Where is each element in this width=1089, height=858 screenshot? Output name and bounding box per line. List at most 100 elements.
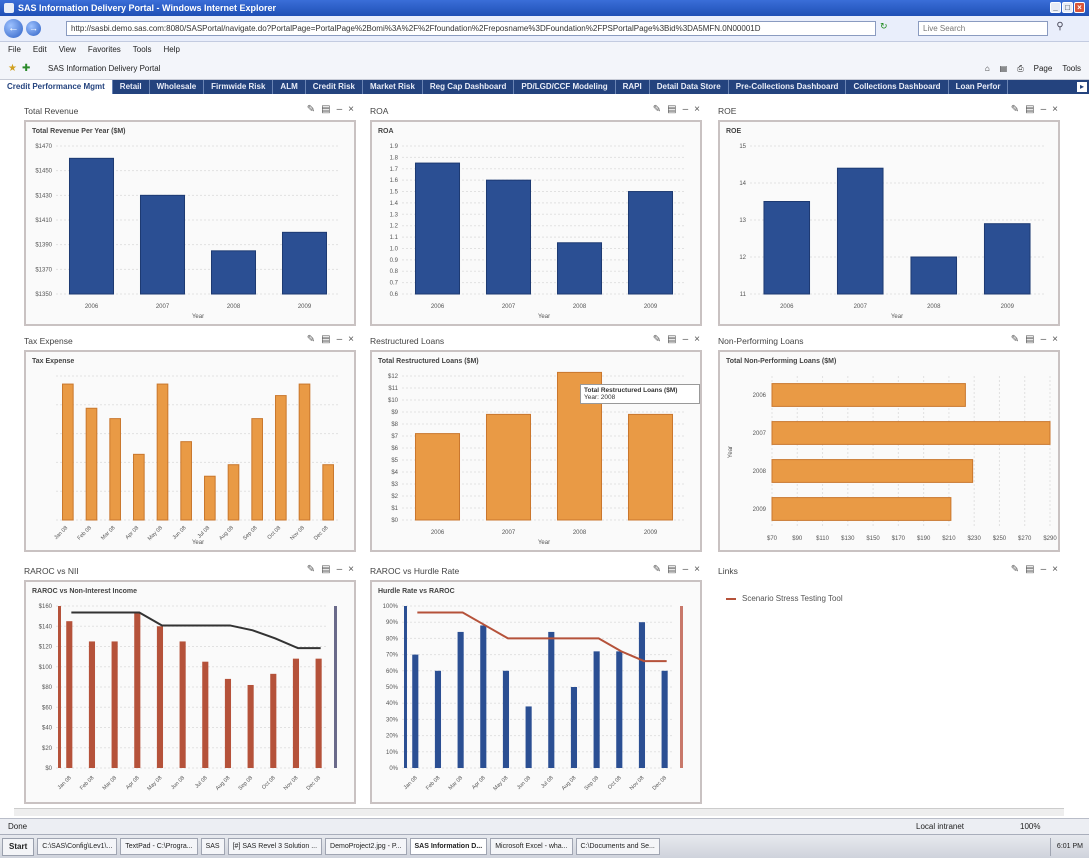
maximize-button[interactable]: □ (1062, 2, 1073, 13)
taskbar-item[interactable]: DemoProject2.jpg - P... (325, 838, 407, 855)
x-tick-label: $270 (1018, 536, 1032, 542)
back-arrow-icon[interactable]: ← (4, 19, 23, 38)
close-icon[interactable]: × (1052, 564, 1058, 575)
taskbar-item[interactable]: TextPad - C:\Progra... (120, 838, 198, 855)
y-tick-label: $60 (42, 705, 53, 711)
feeds-icon[interactable]: ▤ (1000, 62, 1008, 76)
menu-edit[interactable]: Edit (33, 42, 47, 58)
search-input[interactable]: Live Search (918, 21, 1048, 36)
tab-collections-dashboard[interactable]: Collections Dashboard (846, 80, 949, 94)
x-tick-label: $230 (968, 536, 982, 542)
close-icon[interactable]: × (348, 564, 354, 575)
browser-tab[interactable]: SAS Information Delivery Portal (44, 62, 165, 76)
edit-icon[interactable]: ✎ (1011, 564, 1019, 575)
close-icon[interactable]: × (694, 334, 700, 345)
forward-arrow-icon[interactable]: → (26, 21, 41, 36)
help-icon[interactable]: ▤ (321, 334, 330, 345)
start-button[interactable]: Start (2, 837, 35, 856)
tab-pd-lgd-ccf-modeling[interactable]: PD/LGD/CCF Modeling (514, 80, 616, 94)
close-button[interactable]: × (1074, 2, 1085, 13)
close-icon[interactable]: × (1052, 334, 1058, 345)
x-tick-label: 2009 (298, 304, 312, 310)
tab-reg-cap-dashboard[interactable]: Reg Cap Dashboard (423, 80, 515, 94)
tab-market-risk[interactable]: Market Risk (363, 80, 423, 94)
help-icon[interactable]: ▤ (321, 104, 330, 115)
link-item[interactable]: Scenario Stress Testing Tool (726, 594, 1068, 603)
tab-scroll-right-icon[interactable]: ▸ (1077, 82, 1087, 92)
help-icon[interactable]: ▤ (667, 334, 676, 345)
page-menu[interactable]: Page (1034, 62, 1053, 76)
tab-pre-collections-dashboard[interactable]: Pre-Collections Dashboard (729, 80, 847, 94)
close-icon[interactable]: × (694, 104, 700, 115)
taskbar-item[interactable]: SAS Information D... (409, 838, 488, 855)
add-favorites-icon[interactable]: ✚ (22, 63, 30, 74)
taskbar-item[interactable]: SAS (200, 838, 225, 855)
help-icon[interactable]: ▤ (1025, 104, 1034, 115)
help-icon[interactable]: ▤ (321, 564, 330, 575)
tab-credit-risk[interactable]: Credit Risk (306, 80, 363, 94)
print-icon[interactable]: ⎙ (1017, 62, 1023, 76)
taskbar-item[interactable]: [#] SAS Revel 3 Solution ... (227, 838, 323, 855)
close-icon[interactable]: × (348, 104, 354, 115)
tab-wholesale[interactable]: Wholesale (150, 80, 205, 94)
tab-alm[interactable]: ALM (273, 80, 306, 94)
edit-icon[interactable]: ✎ (1011, 104, 1019, 115)
close-icon[interactable]: × (1052, 104, 1058, 115)
axis-rail-right (680, 606, 683, 768)
edit-icon[interactable]: ✎ (653, 104, 661, 115)
minimize-icon[interactable]: – (1041, 104, 1047, 115)
tools-menu[interactable]: Tools (1062, 62, 1081, 76)
home-icon[interactable]: ⌂ (985, 62, 990, 76)
edit-icon[interactable]: ✎ (653, 334, 661, 345)
minimize-icon[interactable]: – (1041, 564, 1047, 575)
help-icon[interactable]: ▤ (667, 104, 676, 115)
minimize-icon[interactable]: – (683, 564, 689, 575)
help-icon[interactable]: ▤ (667, 564, 676, 575)
taskbar-item[interactable]: C:\Documents and Se... (575, 838, 660, 855)
menu-help[interactable]: Help (163, 42, 179, 58)
minimize-button[interactable]: _ (1050, 2, 1061, 13)
tab-credit-performance-mgmt[interactable]: Credit Performance Mgmt (0, 80, 113, 94)
minimize-icon[interactable]: – (337, 564, 343, 575)
tab-retail[interactable]: Retail (113, 80, 150, 94)
minimize-icon[interactable]: – (683, 334, 689, 345)
menu-file[interactable]: File (8, 42, 21, 58)
help-icon[interactable]: ▤ (1025, 334, 1034, 345)
tab-firmwide-risk[interactable]: Firmwide Risk (204, 80, 274, 94)
address-field[interactable]: http://sasbi.demo.sas.com:8080/SASPortal… (66, 21, 876, 36)
link-label[interactable]: Scenario Stress Testing Tool (742, 594, 843, 603)
menu-tools[interactable]: Tools (133, 42, 152, 58)
edit-icon[interactable]: ✎ (1011, 334, 1019, 345)
menu-favorites[interactable]: Favorites (88, 42, 121, 58)
tooltip-title: Total Restructured Loans ($M) (584, 387, 678, 394)
taskbar-item[interactable]: C:\SAS\Config\Lev1\... (37, 838, 118, 855)
zoom-level[interactable]: 100% (1020, 819, 1040, 835)
edit-icon[interactable]: ✎ (307, 334, 315, 345)
minimize-icon[interactable]: – (337, 334, 343, 345)
taskbar-item[interactable]: Microsoft Excel - wha... (490, 838, 573, 855)
edit-icon[interactable]: ✎ (307, 104, 315, 115)
close-icon[interactable]: × (694, 564, 700, 575)
x-tick-label: $70 (767, 536, 778, 542)
close-icon[interactable]: × (348, 334, 354, 345)
help-icon[interactable]: ▤ (1025, 564, 1034, 575)
search-icon[interactable]: ⚲ (1052, 21, 1068, 36)
favorites-star-icon[interactable]: ★ (8, 63, 17, 74)
bar (210, 250, 257, 295)
edit-icon[interactable]: ✎ (653, 564, 661, 575)
y-tick-label: 1.2 (390, 224, 399, 230)
edit-icon[interactable]: ✎ (307, 564, 315, 575)
bar (771, 459, 974, 483)
tab-detail-data-store[interactable]: Detail Data Store (650, 80, 729, 94)
tab-loan-perfor[interactable]: Loan Perfor (949, 80, 1009, 94)
tab-rapi[interactable]: RAPI (616, 80, 650, 94)
horizontal-scrollbar[interactable] (14, 808, 1064, 816)
y-tick-label: $2 (391, 494, 398, 500)
y-tick-label: $0 (45, 766, 52, 772)
minimize-icon[interactable]: – (683, 104, 689, 115)
menu-view[interactable]: View (59, 42, 76, 58)
refresh-icon[interactable]: ↻ (880, 21, 888, 32)
x-tick-label: May 08 (147, 525, 164, 542)
minimize-icon[interactable]: – (1041, 334, 1047, 345)
minimize-icon[interactable]: – (337, 104, 343, 115)
